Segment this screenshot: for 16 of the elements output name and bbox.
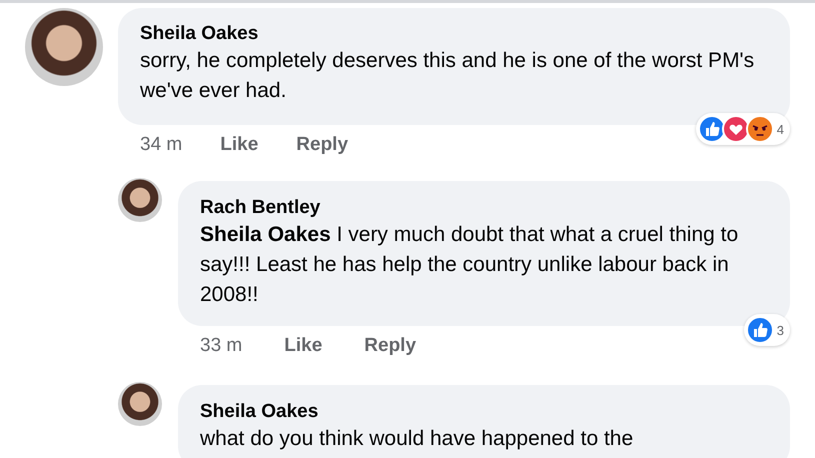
comment-text: Sheila Oakes I very much doubt that what a cruel thing to say!!! Least he has help the country unlike labour back in 2008!! [200, 222, 740, 308]
comment-time: 34 m [140, 134, 182, 156]
comment-action[interactable]: Like [220, 134, 258, 156]
reactions-badge[interactable]: 3 [744, 314, 790, 346]
author-name[interactable]: Sheila Oakes [140, 22, 768, 46]
comment-text: what do you think would have happened to the [200, 426, 634, 452]
reactions-badge[interactable]: 4 [696, 113, 790, 145]
comment-text: sorry, he completely deserves this and he is one of the worst PM's we've ever had. [140, 48, 756, 104]
avatar[interactable] [118, 382, 162, 426]
comment-action[interactable]: Reply [364, 335, 416, 357]
author-name[interactable]: Sheila Oakes [200, 400, 768, 424]
avatar[interactable] [118, 178, 162, 222]
comment-time: 33 m [200, 335, 242, 357]
comment-action[interactable]: Like [284, 335, 322, 357]
comment-action[interactable]: Reply [296, 134, 348, 156]
author-name[interactable]: Rach Bentley [200, 196, 768, 220]
